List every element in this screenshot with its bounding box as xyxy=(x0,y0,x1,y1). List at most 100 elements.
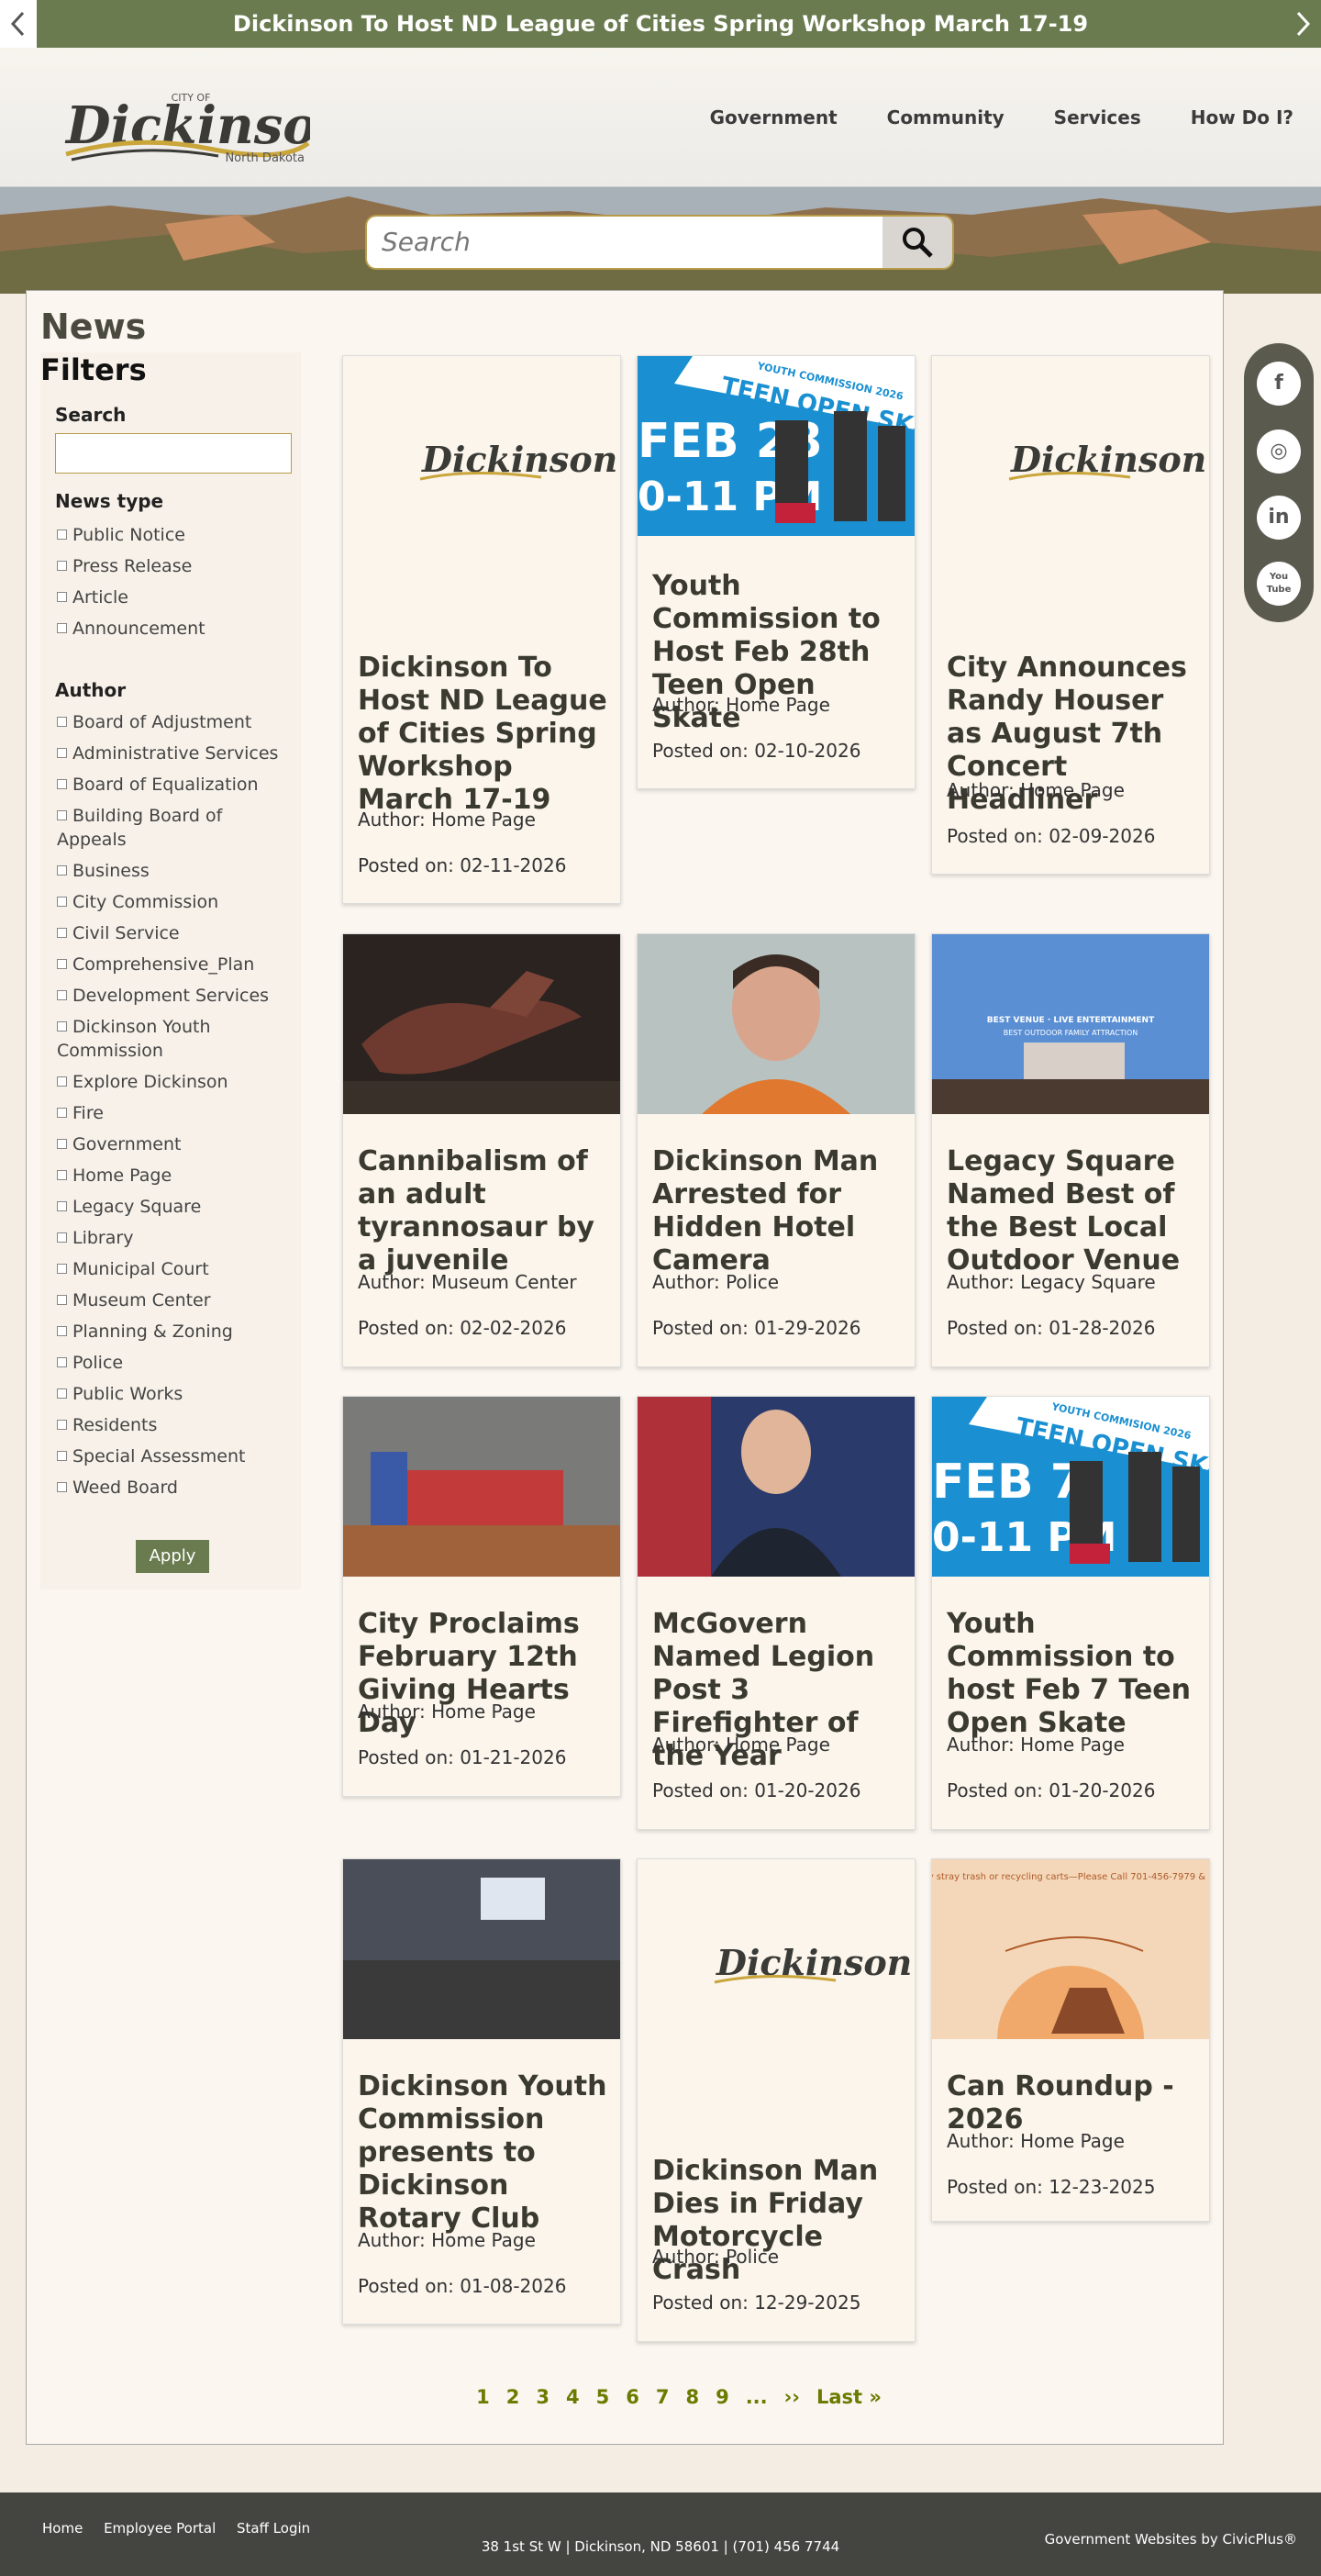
linkedin-icon[interactable]: in xyxy=(1257,496,1301,540)
news-card-image[interactable] xyxy=(638,1397,915,1577)
news-card-title[interactable]: Dickinson Man Arrested for Hidden Hotel … xyxy=(652,1145,909,1277)
checkbox-icon[interactable] xyxy=(57,717,67,727)
footer-credit[interactable]: Government Websites by CivicPlus® xyxy=(1045,2531,1297,2548)
checkbox-icon[interactable] xyxy=(57,592,67,602)
facebook-icon[interactable]: f xyxy=(1257,362,1301,406)
news-card[interactable]: If you run across any stray trash or rec… xyxy=(931,1858,1210,2222)
news-card[interactable]: Dickinson Man Arrested for Hidden Hotel … xyxy=(637,933,916,1367)
checkbox-icon[interactable] xyxy=(57,810,67,820)
news-card-image[interactable] xyxy=(343,1859,620,2039)
news-card-image[interactable]: If you run across any stray trash or rec… xyxy=(932,1859,1209,2039)
news-card-title[interactable]: Youth Commission to host Feb 7 Teen Open… xyxy=(947,1608,1204,1740)
news-card[interactable]: Dickinson Youth Commission presents to D… xyxy=(342,1858,621,2325)
filter-checkbox[interactable]: Board of Adjustment xyxy=(57,710,295,734)
news-card-title[interactable]: Dickinson To Host ND League of Cities Sp… xyxy=(358,652,615,817)
filter-checkbox[interactable]: Special Assessment xyxy=(57,1444,295,1468)
footer-employee-portal-link[interactable]: Employee Portal xyxy=(104,2520,216,2537)
checkbox-icon[interactable] xyxy=(57,1420,67,1430)
filter-checkbox[interactable]: Announcement xyxy=(57,617,295,641)
news-card[interactable]: City Proclaims February 12th Giving Hear… xyxy=(342,1396,621,1797)
instagram-icon[interactable]: ◎ xyxy=(1257,429,1301,474)
page-8[interactable]: 8 xyxy=(685,2386,699,2414)
checkbox-icon[interactable] xyxy=(57,623,67,633)
checkbox-icon[interactable] xyxy=(57,1021,67,1032)
filter-checkbox[interactable]: City Commission xyxy=(57,890,295,914)
news-card-image[interactable] xyxy=(638,934,915,1114)
filter-checkbox[interactable]: Comprehensive_Plan xyxy=(57,953,295,976)
filter-checkbox[interactable]: Business xyxy=(57,859,295,883)
news-card-image[interactable]: Dickinson xyxy=(343,356,620,536)
checkbox-icon[interactable] xyxy=(57,1451,67,1461)
page-1[interactable]: 1 xyxy=(476,2386,490,2414)
news-card-image[interactable]: TEEN OPEN SKATE YOUTH COMMISSION 2026 FE… xyxy=(638,356,915,536)
city-logo[interactable]: CITY OF Dickinson North Dakota xyxy=(62,70,354,165)
checkbox-icon[interactable] xyxy=(57,1482,67,1492)
filter-checkbox[interactable]: Article xyxy=(57,585,295,609)
checkbox-icon[interactable] xyxy=(57,1076,67,1087)
page-3[interactable]: 3 xyxy=(536,2386,549,2414)
news-card-image[interactable] xyxy=(343,1397,620,1577)
alert-text[interactable]: Dickinson To Host ND League of Cities Sp… xyxy=(37,0,1284,48)
filter-checkbox[interactable]: Home Page xyxy=(57,1164,295,1188)
news-card-title[interactable]: Cannibalism of an adult tyrannosaur by a… xyxy=(358,1145,615,1277)
nav-how-do-i[interactable]: How Do I? xyxy=(1191,106,1293,128)
search-input[interactable]: Search xyxy=(365,215,883,270)
checkbox-icon[interactable] xyxy=(57,1108,67,1118)
page-4[interactable]: 4 xyxy=(566,2386,580,2414)
filter-checkbox[interactable]: Legacy Square xyxy=(57,1195,295,1219)
filter-checkbox[interactable]: Weed Board xyxy=(57,1476,295,1500)
filter-checkbox[interactable]: Planning & Zoning xyxy=(57,1320,295,1344)
news-card[interactable]: Cannibalism of an adult tyrannosaur by a… xyxy=(342,933,621,1367)
footer-staff-login-link[interactable]: Staff Login xyxy=(237,2520,310,2537)
news-card-title[interactable]: Dickinson Youth Commission presents to D… xyxy=(358,2070,615,2236)
filter-checkbox[interactable]: Fire xyxy=(57,1101,295,1125)
filter-checkbox[interactable]: Museum Center xyxy=(57,1288,295,1312)
checkbox-icon[interactable] xyxy=(57,1170,67,1180)
news-card[interactable]: McGovern Named Legion Post 3 Firefighter… xyxy=(637,1396,916,1830)
filter-checkbox[interactable]: Municipal Court xyxy=(57,1257,295,1281)
checkbox-icon[interactable] xyxy=(57,897,67,907)
news-card[interactable]: BEST VENUE · LIVE ENTERTAINMENT BEST OUT… xyxy=(931,933,1210,1367)
filter-checkbox[interactable]: Police xyxy=(57,1351,295,1375)
filter-checkbox[interactable]: Administrative Services xyxy=(57,742,295,765)
news-card-image[interactable]: Dickinson xyxy=(638,1859,915,2039)
youtube-icon[interactable]: You Tube xyxy=(1257,562,1301,606)
filter-checkbox[interactable]: Building Board of Appeals xyxy=(57,804,295,852)
checkbox-icon[interactable] xyxy=(57,1357,67,1367)
filter-checkbox[interactable]: Press Release xyxy=(57,554,295,578)
filter-checkbox[interactable]: Public Notice xyxy=(57,523,295,547)
filter-checkbox[interactable]: Board of Equalization xyxy=(57,773,295,797)
page-ellipsis[interactable]: ... xyxy=(746,2386,768,2414)
page-last[interactable]: Last » xyxy=(816,2386,882,2414)
checkbox-icon[interactable] xyxy=(57,928,67,938)
checkbox-icon[interactable] xyxy=(57,1388,67,1399)
page-9[interactable]: 9 xyxy=(716,2386,729,2414)
checkbox-icon[interactable] xyxy=(57,1295,67,1305)
filter-checkbox[interactable]: Residents xyxy=(57,1413,295,1437)
checkbox-icon[interactable] xyxy=(57,561,67,571)
filter-checkbox[interactable]: Explore Dickinson xyxy=(57,1070,295,1094)
news-card[interactable]: TEEN OPEN SKATE YOUTH COMMISSION 2026 FE… xyxy=(637,355,916,789)
checkbox-icon[interactable] xyxy=(57,748,67,758)
news-card-image[interactable]: BEST VENUE · LIVE ENTERTAINMENT BEST OUT… xyxy=(932,934,1209,1114)
news-card-title[interactable]: Legacy Square Named Best of the Best Loc… xyxy=(947,1145,1204,1277)
checkbox-icon[interactable] xyxy=(57,959,67,969)
checkbox-icon[interactable] xyxy=(57,779,67,789)
alert-next-button[interactable] xyxy=(1284,0,1321,48)
page-7[interactable]: 7 xyxy=(656,2386,670,2414)
filter-checkbox[interactable]: Library xyxy=(57,1226,295,1250)
checkbox-icon[interactable] xyxy=(57,990,67,1000)
nav-services[interactable]: Services xyxy=(1054,106,1141,128)
checkbox-icon[interactable] xyxy=(57,1139,67,1149)
filter-checkbox[interactable]: Government xyxy=(57,1132,295,1156)
filter-checkbox[interactable]: Development Services xyxy=(57,984,295,1008)
alert-prev-button[interactable] xyxy=(0,0,37,48)
news-card-title[interactable]: Can Roundup - 2026 xyxy=(947,2070,1204,2136)
page-2[interactable]: 2 xyxy=(506,2386,520,2414)
news-card[interactable]: Dickinson Dickinson To Host ND League of… xyxy=(342,355,621,904)
news-card[interactable]: Dickinson Dickinson Man Dies in Friday M… xyxy=(637,1858,916,2342)
filter-checkbox[interactable]: Civil Service xyxy=(57,921,295,945)
checkbox-icon[interactable] xyxy=(57,1264,67,1274)
news-card-image[interactable] xyxy=(343,934,620,1114)
checkbox-icon[interactable] xyxy=(57,1201,67,1211)
